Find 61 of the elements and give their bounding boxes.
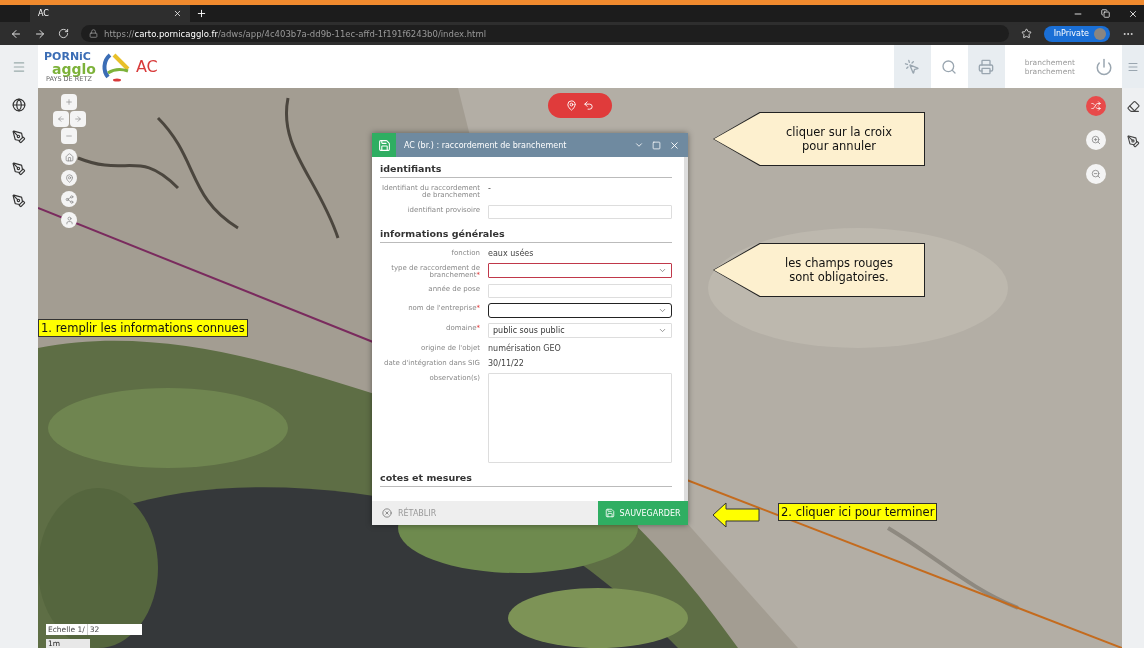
close-tab-icon[interactable] <box>173 9 182 18</box>
instruction-text: 2. cliquer ici pour terminer <box>778 503 938 521</box>
callout-text: cliquer sur la croix pour annuler <box>784 124 894 154</box>
new-tab-icon[interactable] <box>196 8 207 19</box>
dialog-title: AC (br.) : raccordement de branchement <box>404 140 568 150</box>
person-icon <box>64 215 74 225</box>
close-icon[interactable] <box>1128 8 1138 19</box>
home-icon <box>64 152 74 162</box>
input-field[interactable] <box>488 204 672 219</box>
arrow-left-icon <box>56 115 65 123</box>
field-value: - <box>488 183 492 193</box>
callout-text: les champs rouges sont obligatoires. <box>784 255 894 285</box>
textarea-field[interactable] <box>488 373 672 464</box>
select-field[interactable] <box>488 303 672 319</box>
plus-icon <box>65 98 73 106</box>
logo-text: agglo <box>52 61 96 76</box>
select-field[interactable]: public sous public <box>488 323 672 339</box>
arrow-right-icon <box>73 115 82 123</box>
share-icon <box>64 194 74 204</box>
restore-icon[interactable] <box>1101 9 1110 18</box>
search-icon[interactable] <box>941 58 958 75</box>
pen-icon[interactable] <box>1126 135 1140 148</box>
cancel-icon <box>382 508 392 518</box>
zoom-in-button[interactable] <box>61 94 77 110</box>
reload-icon[interactable] <box>58 28 69 39</box>
instruction-text: 1. remplir les informations connues <box>38 319 248 337</box>
pin-icon[interactable] <box>566 100 577 111</box>
printer-icon[interactable] <box>978 58 995 75</box>
zoom-out-icon <box>1091 169 1101 179</box>
crossed-arrows-icon <box>1091 101 1101 111</box>
section-title: cotes et mesures <box>380 468 672 488</box>
favorites-icon[interactable] <box>1020 28 1032 39</box>
maximize-icon[interactable] <box>652 140 661 150</box>
pin-icon <box>64 173 74 183</box>
back-icon[interactable] <box>10 27 22 40</box>
logo-text: PORNiC <box>44 50 92 62</box>
forward-icon[interactable] <box>34 27 46 40</box>
save-icon <box>377 138 391 152</box>
field-value: numérisation GEO <box>488 343 562 354</box>
undo-icon[interactable] <box>583 100 594 111</box>
field-value: 30/11/22 <box>488 358 525 369</box>
collapse-icon[interactable] <box>634 140 644 150</box>
arrow-icon <box>712 502 760 528</box>
select-field[interactable] <box>488 262 672 278</box>
browser-tab[interactable]: AC <box>30 5 190 22</box>
menu-icon[interactable] <box>1127 60 1139 73</box>
zoom-out-button[interactable] <box>61 128 77 144</box>
address-field[interactable]: https://carto.pornicagglo.fr/adws/app/4c403b7a-dd9b-11ec-affd-1f191f6243b0/index.html <box>81 25 1009 42</box>
app-title: AC <box>135 57 158 76</box>
power-icon[interactable] <box>1094 57 1113 76</box>
minus-icon <box>65 132 73 140</box>
section-title: identifiants <box>380 159 672 178</box>
profile-button[interactable]: InPrivate <box>1043 25 1110 42</box>
save-icon <box>605 508 616 518</box>
menu-icon[interactable] <box>12 59 26 74</box>
section-title: informations générales <box>380 223 672 243</box>
zoom-in-icon <box>1091 135 1101 145</box>
lock-icon <box>89 29 98 38</box>
field-value: eaux usées <box>488 247 535 258</box>
select-tool-icon[interactable] <box>904 58 921 75</box>
input-field[interactable] <box>488 284 672 299</box>
